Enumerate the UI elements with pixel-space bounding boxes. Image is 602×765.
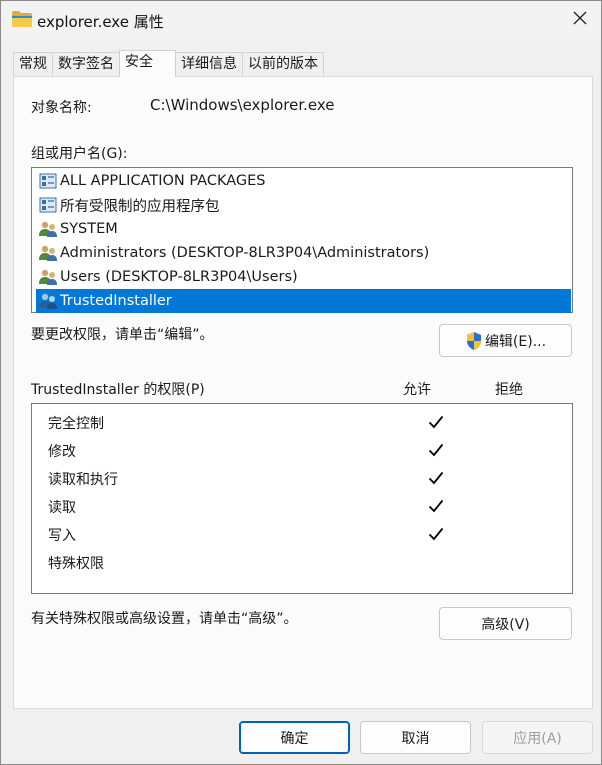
edit-button-label: 编辑(E)... — [484, 333, 547, 350]
users-icon — [38, 219, 58, 239]
edit-hint: 要更改权限，请单击“编辑”。 — [31, 327, 214, 343]
permission-row: 完全控制 — [48, 410, 568, 434]
tab-strip: 常规 数字签名 安全 详细信息 以前的版本 — [13, 50, 324, 77]
list-item-all-application-packages[interactable]: ALL APPLICATION PACKAGES — [36, 169, 571, 193]
permission-name: 写入 — [48, 528, 76, 544]
object-name-label: 对象名称: — [31, 100, 92, 116]
groups-label: 组或用户名(G): — [31, 146, 128, 162]
object-name-value: C:\Windows\explorer.exe — [150, 96, 335, 114]
list-item-restricted-packages[interactable]: 所有受限制的应用程序包 — [36, 193, 571, 217]
apply-button[interactable]: 应用(A) — [482, 721, 593, 754]
tab-general[interactable]: 常规 — [13, 52, 53, 77]
advanced-hint: 有关特殊权限或高级设置，请单击“高级”。 — [31, 611, 298, 627]
close-button[interactable] — [563, 5, 597, 35]
users-icon — [38, 291, 58, 311]
permission-name: 特殊权限 — [48, 556, 104, 572]
list-item-label: Users (DESKTOP-8LR3P04\Users) — [60, 269, 298, 285]
permission-name: 读取 — [48, 500, 76, 516]
groups-listbox[interactable]: ALL APPLICATION PACKAGES 所有受限制的应用程序包 SYS… — [31, 167, 573, 313]
check-icon — [428, 442, 444, 458]
permissions-list: 完全控制 修改 读取和执行 读取 写入 特殊权限 — [31, 403, 573, 594]
window-title: explorer.exe 属性 — [37, 13, 164, 31]
check-icon — [428, 414, 444, 430]
users-icon — [38, 243, 58, 263]
permission-row: 修改 — [48, 438, 568, 462]
list-item-label: ALL APPLICATION PACKAGES — [60, 173, 266, 189]
properties-dialog: explorer.exe 属性 常规 数字签名 安全 详细信息 以前的版本 对象… — [0, 0, 602, 765]
package-icon — [38, 195, 58, 215]
list-item-label: 所有受限制的应用程序包 — [60, 198, 220, 215]
advanced-button[interactable]: 高级(V) — [439, 607, 572, 640]
tab-digital-signatures[interactable]: 数字签名 — [52, 52, 120, 77]
ok-button[interactable]: 确定 — [239, 721, 350, 754]
list-item-system[interactable]: SYSTEM — [36, 217, 571, 241]
permission-row: 读取和执行 — [48, 466, 568, 490]
check-icon — [428, 498, 444, 514]
tab-previous-versions[interactable]: 以前的版本 — [242, 52, 324, 77]
edit-button[interactable]: 编辑(E)... — [439, 324, 572, 357]
tab-security[interactable]: 安全 — [119, 50, 176, 77]
permissions-title: TrustedInstaller 的权限(P) — [31, 382, 205, 398]
permission-row: 读取 — [48, 494, 568, 518]
list-item-label: Administrators (DESKTOP-8LR3P04\Administ… — [60, 245, 430, 261]
check-icon — [428, 526, 444, 542]
permission-name: 完全控制 — [48, 416, 104, 432]
list-item-label: TrustedInstaller — [60, 293, 172, 309]
cancel-button[interactable]: 取消 — [360, 721, 471, 754]
permission-name: 读取和执行 — [48, 472, 118, 488]
users-icon — [38, 267, 58, 287]
list-item-users[interactable]: Users (DESKTOP-8LR3P04\Users) — [36, 265, 571, 289]
tab-details[interactable]: 详细信息 — [175, 52, 243, 77]
list-item-label: SYSTEM — [60, 221, 118, 237]
dialog-footer: 确定 取消 应用(A) — [1, 709, 601, 764]
permission-name: 修改 — [48, 444, 76, 460]
folder-icon — [12, 11, 32, 27]
deny-column-header: 拒绝 — [495, 382, 523, 398]
check-icon — [428, 470, 444, 486]
close-icon — [573, 11, 587, 29]
package-icon — [38, 171, 58, 191]
allow-column-header: 允许 — [403, 382, 431, 398]
permission-row: 特殊权限 — [48, 550, 568, 574]
title-bar: explorer.exe 属性 — [1, 1, 601, 39]
list-item-administrators[interactable]: Administrators (DESKTOP-8LR3P04\Administ… — [36, 241, 571, 265]
shield-icon — [465, 331, 483, 351]
permission-row: 写入 — [48, 522, 568, 546]
list-item-trustedinstaller[interactable]: TrustedInstaller — [36, 289, 571, 313]
